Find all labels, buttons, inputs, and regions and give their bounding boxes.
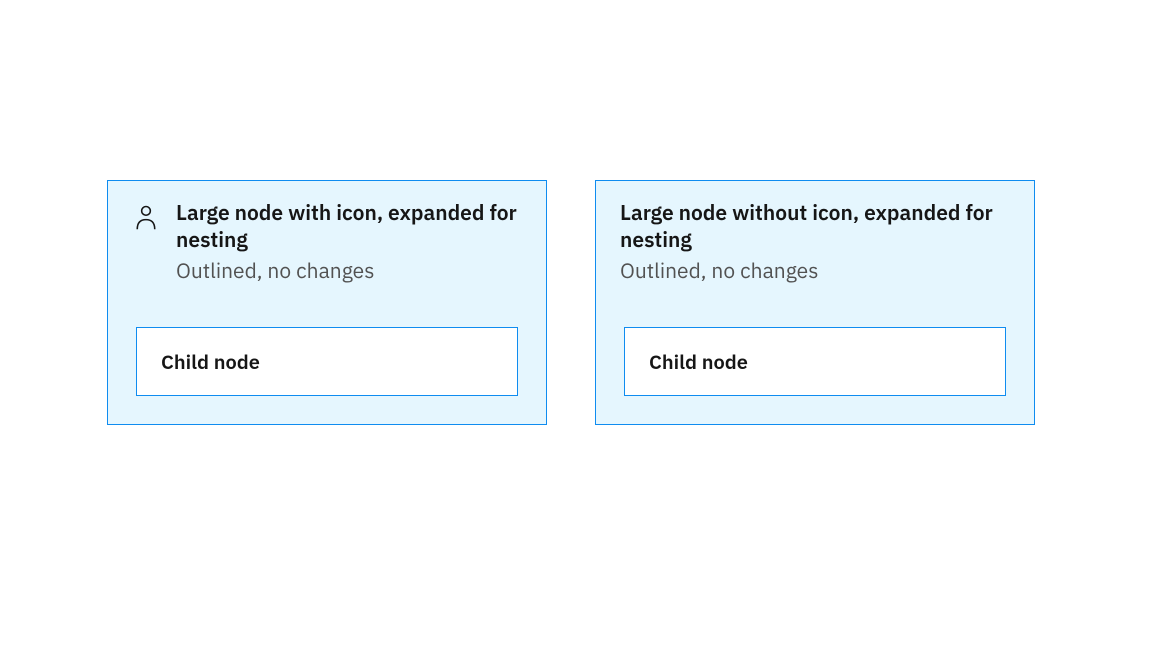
child-wrapper: Child node — [108, 285, 546, 424]
node-title: Large node without icon, expanded for ne… — [620, 199, 1010, 254]
large-node-with-icon[interactable]: Large node with icon, expanded for nesti… — [107, 180, 547, 425]
child-node[interactable]: Child node — [624, 327, 1006, 396]
node-text-block: Large node without icon, expanded for ne… — [620, 199, 1010, 285]
node-text-block: Large node with icon, expanded for nesti… — [176, 199, 522, 285]
large-node-without-icon[interactable]: Large node without icon, expanded for ne… — [595, 180, 1035, 425]
node-header: Large node without icon, expanded for ne… — [596, 181, 1034, 285]
node-subtitle: Outlined, no changes — [620, 256, 1010, 285]
user-icon — [132, 203, 160, 235]
node-subtitle: Outlined, no changes — [176, 256, 522, 285]
child-node-label: Child node — [161, 348, 493, 375]
node-title: Large node with icon, expanded for nesti… — [176, 199, 522, 254]
node-header: Large node with icon, expanded for nesti… — [108, 181, 546, 285]
child-wrapper: Child node — [596, 285, 1034, 424]
child-node[interactable]: Child node — [136, 327, 518, 396]
child-node-label: Child node — [649, 348, 981, 375]
node-examples-container: Large node with icon, expanded for nesti… — [107, 180, 1035, 425]
